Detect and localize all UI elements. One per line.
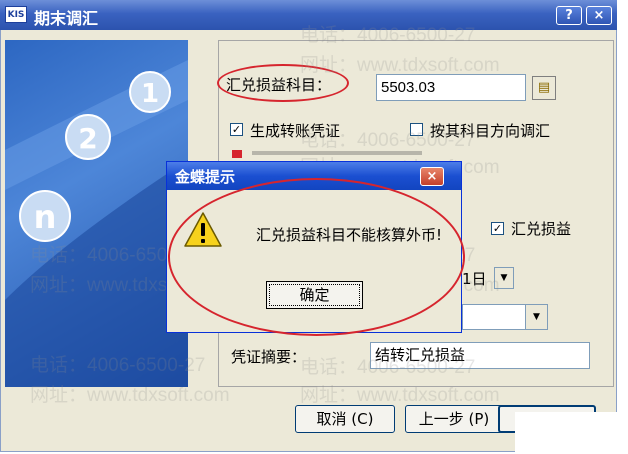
watermark-phone: 电话：4006-6500-27 (300, 130, 476, 151)
wizard-art-graphic: 1 2 n (5, 60, 188, 387)
chevron-down-icon: ▼ (500, 273, 508, 283)
art-letter-n: n (34, 198, 57, 236)
kis-app-icon: KIS (5, 6, 27, 23)
generate-voucher-checkbox[interactable]: ✓ (230, 123, 243, 136)
help-button[interactable]: ? (556, 6, 582, 25)
screenshot-crop-mask (515, 412, 628, 454)
watermark-site: 网址：www.tdxsoft.com (30, 385, 230, 406)
fx-gain-loss-checkbox[interactable]: ✓ (491, 222, 504, 235)
art-number-1: 1 (141, 79, 159, 109)
message-box-close-button[interactable]: × (420, 167, 444, 186)
watermark-phone: 电话：4006-6500-27 (300, 25, 476, 46)
main-window-title: 期末调汇 (34, 9, 99, 28)
account-lookup-button[interactable]: ▤ (532, 76, 556, 100)
wizard-art-panel: 1 2 n (5, 40, 188, 387)
watermark-phone: 电话：4006-6500-27 (300, 357, 476, 378)
cancel-button[interactable]: 取消 (C) (295, 405, 395, 433)
prev-step-button[interactable]: 上一步 (P) (405, 405, 503, 433)
watermark-site: 网址：www.tdxsoft.com (300, 55, 500, 76)
message-highlight-ellipse (168, 178, 465, 336)
chevron-down-icon: ▼ (533, 312, 540, 322)
art-number-2: 2 (78, 122, 97, 155)
watermark-site: 网址：www.tdxsoft.com (300, 385, 500, 406)
message-box-title: 金蝶提示 (175, 168, 236, 186)
voucher-type-dropdown[interactable]: ▼ (525, 305, 547, 329)
account-input[interactable]: 5503.03 (376, 74, 526, 101)
fx-gain-loss-label: 汇兑损益 (511, 220, 572, 238)
watermark-phone: 电话：4006-6500-27 (30, 355, 206, 376)
summary-label: 凭证摘要： (231, 348, 307, 366)
lookup-icon: ▤ (537, 80, 551, 95)
close-window-button[interactable]: × (586, 6, 612, 25)
